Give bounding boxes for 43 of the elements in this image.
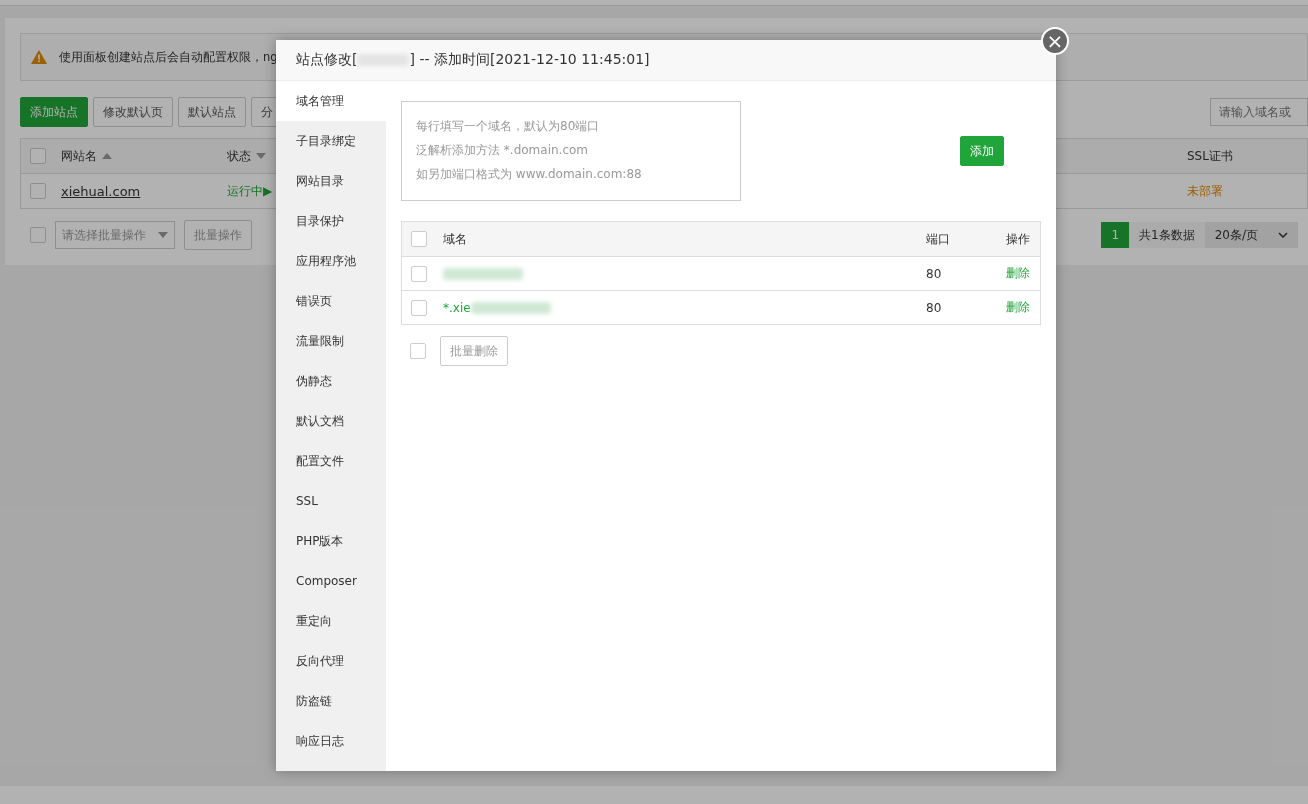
port-cell-text: 80 bbox=[926, 266, 943, 281]
sidebar-tab[interactable]: SSL bbox=[276, 481, 386, 521]
sidebar-tab[interactable]: 配置文件 bbox=[276, 441, 386, 481]
total-count: 共1条数据 bbox=[1129, 222, 1205, 248]
column-header: 端口 bbox=[926, 230, 951, 248]
toolbar-button[interactable]: 修改默认页 bbox=[93, 97, 173, 127]
toolbar-button[interactable]: 默认站点 bbox=[178, 97, 246, 127]
column-header[interactable]: 网站名 bbox=[61, 147, 97, 165]
checkbox[interactable] bbox=[30, 183, 46, 199]
checkbox[interactable] bbox=[411, 299, 427, 316]
sidebar-tab[interactable]: 目录保护 bbox=[276, 201, 386, 241]
sidebar-tab[interactable]: 重定向 bbox=[276, 601, 386, 641]
sidebar-tab[interactable]: 伪静态 bbox=[276, 361, 386, 401]
dialog-title: ] -- 添加时间[2021-12-10 11:45:01] bbox=[409, 51, 650, 69]
alert-text: 使用面板创建站点后会自动配置权限，ng bbox=[59, 49, 278, 65]
checkbox[interactable] bbox=[410, 343, 426, 359]
sidebar-tab[interactable]: 响应日志 bbox=[276, 721, 386, 761]
sidebar-tab[interactable]: 默认文档 bbox=[276, 401, 386, 441]
column-header: 域名 bbox=[443, 230, 468, 248]
warning-icon bbox=[31, 50, 47, 64]
dialog-title: 站点修改[ bbox=[296, 51, 358, 69]
chevron-down-icon bbox=[1278, 232, 1288, 238]
checkbox[interactable] bbox=[30, 148, 46, 164]
page-size-select[interactable]: 20条/页 bbox=[1204, 222, 1298, 248]
sidebar-tab[interactable]: Composer bbox=[276, 561, 386, 601]
column-header[interactable]: 状态 bbox=[227, 147, 251, 165]
column-header[interactable]: SSL证书 bbox=[1187, 147, 1233, 165]
sidebar-tab[interactable]: 网站目录 bbox=[276, 161, 386, 201]
site-link[interactable]: xiehual.com bbox=[61, 183, 227, 199]
sidebar-tab[interactable]: 流量限制 bbox=[276, 321, 386, 361]
sidebar-tab[interactable]: 错误页 bbox=[276, 281, 386, 321]
sidebar-tab[interactable]: 防盗链 bbox=[276, 681, 386, 721]
search-field[interactable]: 请输入域名或 bbox=[1210, 98, 1308, 126]
checkbox[interactable] bbox=[30, 227, 46, 243]
sidebar-tab[interactable]: 应用程序池 bbox=[276, 241, 386, 281]
column-header: 操作 bbox=[1006, 230, 1031, 248]
checkbox[interactable] bbox=[411, 231, 427, 247]
domain-text: *.xie bbox=[443, 300, 471, 315]
sidebar-tab[interactable]: 域名管理 bbox=[276, 81, 386, 121]
port-cell-text: 80 bbox=[926, 300, 943, 315]
checkbox[interactable] bbox=[411, 265, 427, 282]
sidebar-tab[interactable]: PHP版本 bbox=[276, 521, 386, 561]
sidebar-tab[interactable]: 反向代理 bbox=[276, 641, 386, 681]
